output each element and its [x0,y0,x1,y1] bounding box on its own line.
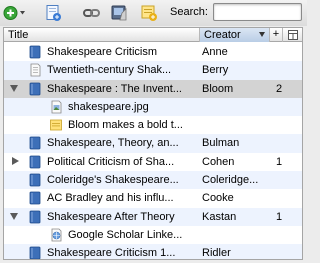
row-title: shakespeare.jpg [68,100,149,113]
row-title: Shakespeare After Theory [47,210,175,223]
image-file-icon [49,100,63,114]
document-icon [28,63,42,77]
row-title: Political Criticism of Sha... [47,155,175,168]
creator-column-header[interactable]: Creator [200,28,270,42]
row-title: Shakespeare Criticism 1... [47,247,176,260]
row-title: Shakespeare Criticism [47,46,158,58]
blue-page-plus-icon [46,5,61,21]
note-icon [49,118,63,132]
row-title: AC Bradley and his influ... [47,192,174,205]
book-icon [28,173,42,187]
table-row[interactable]: AC Bradley and his influ... Cooke [4,189,302,207]
row-creator: Cooke [202,192,234,205]
table-row[interactable]: Shakespeare Criticism 1... Ridler [4,244,302,260]
title-column-header[interactable]: Title [4,28,200,42]
row-creator: Kastan [202,210,237,223]
row-title: Shakespeare, Theory, an... [47,137,179,150]
creator-column-label: Creator [204,29,241,41]
table-row[interactable]: Political Criticism of Sha... Cohen 1 [4,153,302,171]
table-row[interactable]: Shakespeare, Theory, an... Bulman [4,134,302,153]
book-icon [28,210,42,224]
table-row[interactable]: Bloom makes a bold t... [4,116,302,134]
item-list: Shakespeare Criticism Anne Twentieth-centu… [4,43,302,260]
row-creator: Berry [202,64,229,77]
row-title: Shakespeare : The Invent... [47,82,182,95]
toolbar: Search: [0,0,307,26]
row-title: Coleridge's Shakespeare... [47,174,179,187]
table-row[interactable]: Twentieth-century Shak... Berry [4,61,302,80]
row-creator: Bulman [202,137,240,150]
table-header: Title Creator + [4,28,302,42]
yellow-note-plus-icon [141,5,157,21]
row-title: Google Scholar Linke... [68,228,183,241]
web-link-icon [49,228,63,242]
column-picker-button[interactable] [283,28,302,42]
row-creator: Ridler [202,247,231,260]
column-picker-icon [287,30,298,40]
disclosure-closed-icon[interactable] [12,157,19,166]
new-item-button[interactable] [3,4,27,22]
row-child-count: 2 [276,82,283,95]
new-note-button[interactable] [44,4,62,22]
sort-descending-icon [259,32,265,37]
table-row[interactable]: shakespeare.jpg [4,97,302,117]
add-column-button[interactable]: + [270,28,283,42]
row-child-count: 1 [276,155,283,168]
row-creator: Cohen [202,155,235,168]
table-row[interactable]: Shakespeare Criticism Anne [4,43,302,61]
attachment-icon [111,5,127,21]
chain-link-icon [83,9,100,17]
chevron-down-icon [20,11,25,15]
book-icon [28,191,42,205]
link-button[interactable] [83,4,101,22]
table-row[interactable]: Shakespeare After Theory Kastan 1 [4,207,302,226]
disclosure-open-icon[interactable] [10,84,18,92]
row-creator: Coleridge... [202,174,259,187]
disclosure-open-icon[interactable] [10,212,18,220]
book-icon [28,136,42,150]
table-row[interactable]: Coleridge's Shakespeare... Coleridge... [4,171,302,190]
search-input[interactable] [213,3,302,21]
items-table: Title Creator + Shakespeare Criticism Ann… [3,27,303,260]
standalone-note-button[interactable] [140,4,158,22]
row-title: Twentieth-century Shak... [47,64,172,77]
green-plus-icon [3,6,25,20]
book-icon [28,82,42,96]
row-title: Bloom makes a bold t... [68,119,183,132]
row-child-count: 1 [276,210,283,223]
row-creator: Anne [202,46,228,58]
attach-button[interactable] [110,4,128,22]
row-creator: Bloom [202,82,234,95]
search-label: Search: [170,6,208,18]
table-row[interactable]: Shakespeare : The Invent... Bloom 2 [4,79,302,98]
book-icon [28,246,42,259]
book-icon [28,155,42,169]
table-row[interactable]: Google Scholar Linke... [4,226,302,244]
book-icon [28,45,42,59]
